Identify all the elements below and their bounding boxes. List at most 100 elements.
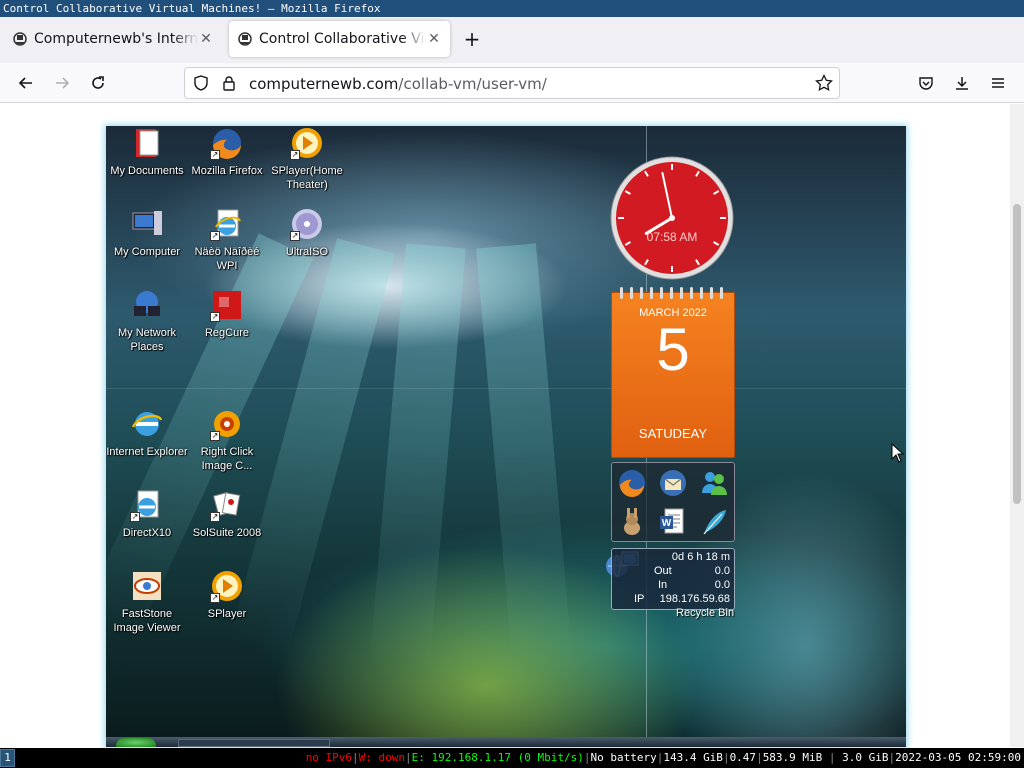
word-icon[interactable]: W bbox=[653, 502, 694, 541]
start-button[interactable] bbox=[116, 738, 156, 747]
network-monitor-gadget[interactable]: 0d 6 h 18 m Out 0.0 In 0.0 IP 198.176.59.68 bbox=[611, 548, 735, 610]
net-ip-value: 198.176.59.68 bbox=[659, 593, 730, 605]
mouse-cursor-icon bbox=[891, 443, 905, 463]
ie-installer-icon: ↗ bbox=[210, 207, 244, 241]
net-ip-label: IP bbox=[634, 593, 645, 605]
app-launcher-gadget: W bbox=[611, 462, 735, 542]
swap-status: 3.0 GiB bbox=[842, 751, 889, 764]
desktop-icon[interactable]: FastStone Image Viewer bbox=[106, 569, 188, 635]
taskbar-window-button[interactable] bbox=[178, 739, 330, 747]
hamburger-menu-icon bbox=[992, 78, 1004, 88]
desktop-icon[interactable]: My Documents bbox=[106, 126, 188, 178]
calendar-weekday: SATUDEAY bbox=[638, 426, 708, 441]
desktop-icon[interactable]: ↗ Näèö Näîðèé WPI bbox=[186, 207, 268, 273]
faststone-icon bbox=[130, 569, 164, 603]
ultraiso-icon: ↗ bbox=[290, 207, 324, 241]
solsuite-icon: ↗ bbox=[210, 488, 244, 522]
back-button[interactable] bbox=[13, 70, 39, 96]
reload-icon bbox=[92, 76, 104, 89]
desktop-icon-label: Mozilla Firefox bbox=[191, 165, 263, 177]
bookmark-star-icon[interactable] bbox=[815, 74, 833, 92]
scrollbar-thumb[interactable] bbox=[1013, 204, 1021, 504]
clock-time-text: 07:58 AM bbox=[647, 230, 698, 244]
desktop-icon-label: Internet Explorer bbox=[106, 446, 188, 458]
datetime-status: 2022-03-05 02:59:00 bbox=[895, 751, 1021, 764]
lock-icon[interactable] bbox=[221, 75, 237, 91]
desktop-icon[interactable]: ↗ SolSuite 2008 bbox=[186, 488, 268, 540]
winamp-icon[interactable] bbox=[612, 502, 653, 541]
desktop-icon[interactable]: My Network Places bbox=[106, 288, 188, 354]
workspace-button[interactable]: 1 bbox=[0, 749, 15, 767]
desktop-icon[interactable]: ↗ SPlayer(Home Theater) bbox=[266, 126, 348, 192]
firefox-icon[interactable] bbox=[612, 463, 653, 502]
net-in-value: 0.0 bbox=[714, 579, 730, 591]
desktop-icon[interactable]: My Computer bbox=[106, 207, 188, 259]
window-title: Control Collaborative Virtual Machines! … bbox=[0, 0, 1024, 17]
desktop-icon-label: RegCure bbox=[204, 327, 250, 339]
desktop-icon-label: SPlayer bbox=[207, 608, 247, 620]
desktop-icon[interactable]: ↗ DirectX10 bbox=[106, 488, 188, 540]
close-tab-icon[interactable]: ✕ bbox=[198, 31, 214, 47]
splayer-icon: ↗ bbox=[210, 569, 244, 603]
desktop-icon-label: DirectX10 bbox=[122, 527, 172, 539]
desktop-icon[interactable]: ↗ RegCure bbox=[186, 288, 268, 340]
desktop-icon-label: My Documents bbox=[110, 165, 184, 177]
site-favicon-icon bbox=[13, 32, 27, 46]
site-favicon-icon bbox=[238, 32, 252, 46]
disk-status: 143.4 GiB bbox=[663, 751, 723, 764]
back-arrow-icon bbox=[18, 77, 32, 89]
svg-text:W: W bbox=[662, 518, 672, 529]
thunderbird-icon[interactable] bbox=[653, 463, 694, 502]
messenger-icon[interactable] bbox=[693, 463, 734, 502]
url-text[interactable]: computernewb.com/collab-vm/user-vm/ bbox=[249, 74, 547, 93]
new-tab-button[interactable]: + bbox=[460, 28, 484, 52]
internet-explorer-icon bbox=[130, 407, 164, 441]
status-bar: 1 no IPv6|W: down|E: 192.168.1.17 (0 Mbi… bbox=[0, 748, 1024, 768]
tab-strip: Computernewb's Internet ✕ Control Collab… bbox=[0, 17, 1024, 63]
battery-status: No battery bbox=[590, 751, 657, 764]
desktop-icon[interactable]: ↗ Mozilla Firefox bbox=[186, 126, 268, 178]
desktop-icon-label: Right Click Image C... bbox=[200, 446, 254, 472]
feather-icon[interactable] bbox=[693, 502, 734, 541]
desktop-icon[interactable]: ↗ UltraISO bbox=[266, 207, 348, 259]
my-computer-icon bbox=[130, 207, 164, 241]
vm-display[interactable]: My Documents ↗ Mozilla Firefox ↗ SPlayer(Hom… bbox=[106, 126, 906, 747]
desktop-icon-label: My Computer bbox=[113, 246, 181, 258]
pocket-icon bbox=[919, 77, 933, 90]
net-out-label: Out bbox=[654, 565, 672, 577]
page-scrollbar[interactable] bbox=[1010, 104, 1024, 747]
vm-taskbar bbox=[106, 737, 906, 747]
close-tab-icon[interactable]: ✕ bbox=[426, 31, 442, 47]
tab-label: Control Collaborative Virtual Machines! bbox=[259, 31, 426, 47]
tab-collab-vm[interactable]: Control Collaborative Virtual Machines! … bbox=[229, 21, 450, 57]
my-documents-icon bbox=[130, 126, 164, 160]
splayer-icon: ↗ bbox=[290, 126, 324, 160]
reload-button[interactable] bbox=[85, 70, 111, 96]
downloads-button[interactable] bbox=[949, 70, 975, 96]
desktop-icon[interactable]: ↗ Right Click Image C... bbox=[186, 407, 268, 473]
url-host: computernewb.com bbox=[249, 74, 399, 93]
load-status: 0.47 bbox=[729, 751, 757, 764]
memory-status: 583.9 MiB bbox=[762, 751, 823, 764]
forward-button[interactable] bbox=[49, 70, 75, 96]
download-icon bbox=[956, 77, 968, 90]
url-path: /collab-vm/user-vm/ bbox=[398, 74, 547, 93]
url-bar[interactable]: computernewb.com/collab-vm/user-vm/ bbox=[184, 67, 840, 99]
clock-gadget[interactable]: 07:58 AM bbox=[609, 155, 735, 281]
firefox-icon: ↗ bbox=[210, 126, 244, 160]
forward-arrow-icon bbox=[56, 77, 70, 89]
right-click-image-icon: ↗ bbox=[210, 407, 244, 441]
navigation-bar: computernewb.com/collab-vm/user-vm/ bbox=[0, 63, 1024, 103]
ipv6-status: no IPv6 bbox=[305, 751, 353, 764]
menu-button[interactable] bbox=[985, 70, 1011, 96]
desktop-icon-label: SolSuite 2008 bbox=[192, 527, 262, 539]
calendar-gadget[interactable]: MARCH 2022 5 SATUDEAY bbox=[611, 287, 735, 458]
tab-computernewb[interactable]: Computernewb's Internet ✕ bbox=[4, 21, 222, 57]
desktop-icon[interactable]: Internet Explorer bbox=[106, 407, 188, 459]
shield-icon[interactable] bbox=[193, 75, 209, 91]
recycle-bin-label[interactable]: Recycle Bin bbox=[676, 607, 734, 619]
ethernet-status: E: 192.168.1.17 (0 Mbit/s) bbox=[411, 751, 584, 764]
desktop-icon-label: Näèö Näîðèé WPI bbox=[194, 246, 260, 272]
desktop-icon[interactable]: ↗ SPlayer bbox=[186, 569, 268, 621]
pocket-button[interactable] bbox=[913, 70, 939, 96]
